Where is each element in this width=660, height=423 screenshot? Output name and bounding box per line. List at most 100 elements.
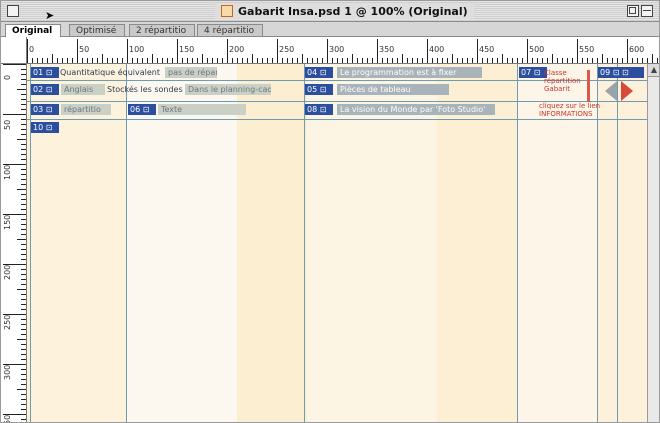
ruler-tick — [572, 58, 573, 63]
vertical-guide[interactable] — [304, 64, 305, 422]
highlight-note: répartition — [544, 77, 581, 85]
ruler-label: 500 — [529, 45, 545, 54]
ruler-tick — [162, 58, 163, 63]
ruler-tick — [307, 58, 308, 63]
ruler-tick — [137, 58, 138, 63]
background-band — [27, 64, 127, 422]
vertical-guide[interactable] — [30, 64, 31, 422]
ruler-tick — [21, 184, 26, 185]
ruler-tick — [412, 58, 413, 63]
ruler-label: 250 — [3, 314, 12, 330]
slice-tag-07[interactable]: 07 ⊡ — [519, 67, 547, 78]
document-canvas[interactable]: 01 ⊡ Quantitatique équivalent pas de rép… — [27, 64, 647, 422]
ruler-tick — [607, 58, 608, 63]
ruler-tick — [77, 39, 78, 63]
ruler-tick — [21, 244, 26, 245]
ruler-tick — [317, 58, 318, 63]
ruler-tick — [322, 58, 323, 63]
ruler-tick — [117, 58, 118, 63]
ruler-tick — [21, 304, 26, 305]
ruler-tick — [352, 54, 353, 63]
ruler-tick — [172, 58, 173, 63]
vertical-ruler[interactable]: 0 50 100 150 200 250 300 350 — [1, 64, 27, 422]
ruler-tick — [21, 259, 26, 260]
ruler-label: 0 — [3, 74, 12, 80]
vertical-guide[interactable] — [597, 64, 598, 422]
slice-tag-06[interactable]: 06 ⊡ — [128, 104, 156, 115]
slice-tag-03[interactable]: 03 ⊡ — [31, 104, 59, 115]
ruler-tick — [21, 294, 26, 295]
ruler-tick — [402, 54, 403, 63]
scroll-up-button[interactable]: ▲ — [648, 64, 659, 77]
ruler-label: 50 — [3, 119, 12, 130]
ruler-tick — [257, 58, 258, 63]
ruler-tick — [21, 104, 26, 105]
horizontal-ruler[interactable]: 0 50 100 150 200 250 300 350 400 450 500 550 600 — [27, 37, 659, 64]
ruler-label: 250 — [279, 45, 295, 54]
ruler-tick — [107, 58, 108, 63]
ruler-label: 150 — [179, 45, 195, 54]
slice-bar: pas de répartition — [165, 67, 217, 78]
ruler-tick — [207, 58, 208, 63]
ruler-tick — [42, 58, 43, 63]
tab-original[interactable]: Original — [5, 24, 62, 37]
ruler-tick — [21, 174, 26, 175]
ruler-tick — [92, 58, 93, 63]
ruler-tick — [597, 58, 598, 63]
ruler-tick — [52, 54, 53, 63]
slice-tag-09[interactable]: 09 ⊡ ⊡ — [598, 67, 644, 78]
slice-tag-02[interactable]: 02 ⊡ — [31, 84, 59, 95]
slice-tag-08[interactable]: 08 ⊡ — [305, 104, 333, 115]
tab-4-repartitions[interactable]: 4 répartitio — [197, 24, 264, 36]
ruler-tick — [642, 58, 643, 63]
tab-optimise[interactable]: Optimisé — [69, 24, 126, 36]
ruler-tick — [21, 94, 26, 95]
ruler-tick — [187, 58, 188, 63]
slice-tag-04[interactable]: 04 ⊡ — [305, 67, 333, 78]
ruler-tick — [21, 154, 26, 155]
ruler-tick — [21, 149, 26, 150]
slice-tag-01[interactable]: 01 ⊡ — [31, 67, 59, 78]
vertical-guide[interactable] — [126, 64, 127, 422]
highlight-note: Gabarit — [544, 85, 571, 93]
ruler-tick — [552, 54, 553, 63]
ruler-tick — [37, 58, 38, 63]
ruler-label: 200 — [229, 45, 245, 54]
ruler-tick — [21, 169, 26, 170]
tab-2-repartitions[interactable]: 2 répartitio — [129, 24, 196, 36]
ruler-tick — [342, 58, 343, 63]
ruler-tick — [587, 58, 588, 63]
collapse-box-icon[interactable] — [641, 5, 653, 17]
ruler-tick — [3, 114, 26, 115]
ruler-tick — [157, 58, 158, 63]
vertical-guide[interactable] — [517, 64, 518, 422]
ruler-tick — [21, 234, 26, 235]
slice-tag-05[interactable]: 05 ⊡ — [305, 84, 333, 95]
ruler-tick — [467, 58, 468, 63]
ruler-tick — [21, 359, 26, 360]
ruler-tick — [337, 58, 338, 63]
ruler-label: 150 — [3, 214, 12, 230]
vertical-scrollbar[interactable]: ▲ — [647, 64, 659, 422]
slice-bar: Texte — [158, 104, 246, 115]
ruler-tick — [362, 58, 363, 63]
slice-bar: Dans le planning-cadre — [185, 84, 271, 95]
ruler-tick — [617, 58, 618, 63]
ruler-tick — [417, 58, 418, 63]
slice-bar: Le programmation est à fixer — [337, 67, 482, 78]
close-box-icon[interactable] — [7, 5, 19, 17]
title-bar[interactable]: Gabarit Insa.psd 1 @ 100% (Original) — [1, 1, 659, 22]
slice-tag-10[interactable]: 10 ⊡ — [31, 122, 59, 133]
document-window: Gabarit Insa.psd 1 @ 100% (Original) ➤ O… — [0, 0, 660, 423]
ruler-tick — [122, 58, 123, 63]
ruler-tick — [327, 39, 328, 63]
ruler-corner[interactable] — [1, 37, 27, 64]
vertical-guide[interactable] — [617, 64, 618, 422]
ruler-tick — [227, 39, 228, 63]
ruler-tick — [232, 58, 233, 63]
zoom-box-icon[interactable] — [627, 5, 639, 17]
ruler-tick — [312, 58, 313, 63]
ruler-tick — [142, 58, 143, 63]
horizontal-guide[interactable] — [27, 119, 647, 120]
ruler-tick — [582, 58, 583, 63]
